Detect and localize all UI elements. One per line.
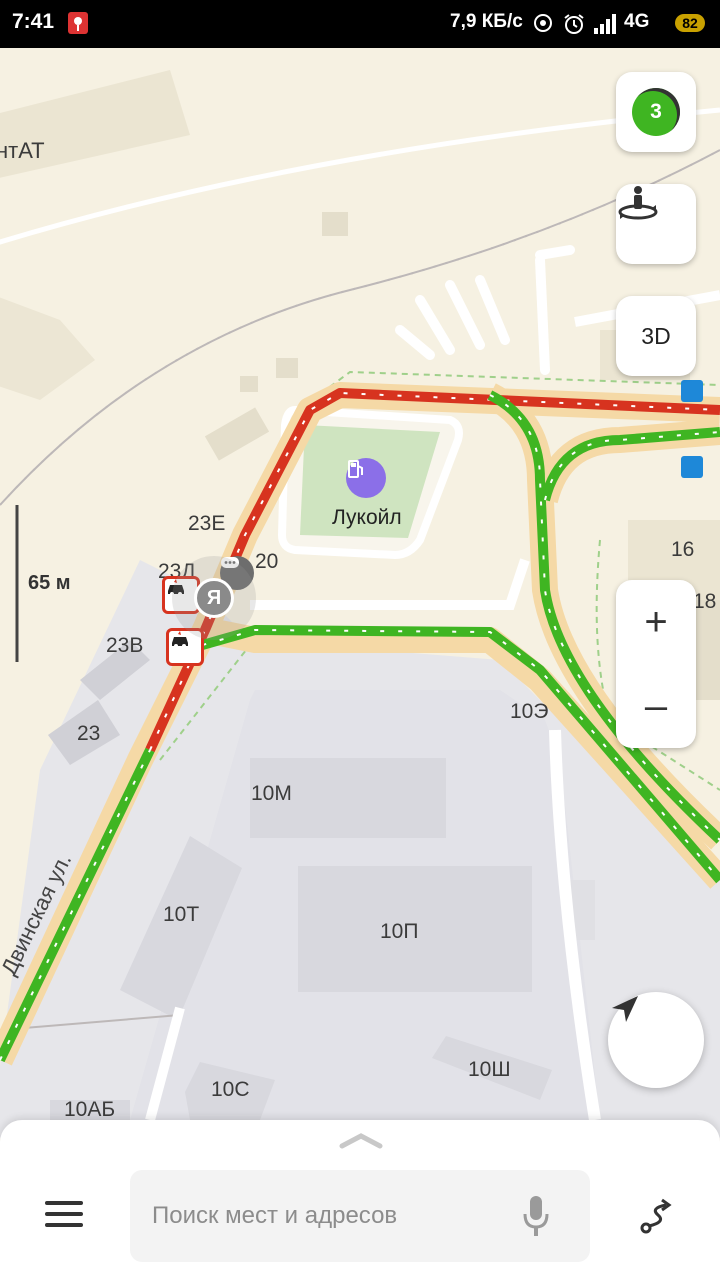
user-location-marker[interactable]: Я [194,578,234,618]
bottom-panel: Поиск мест и адресов [0,1120,720,1280]
map-canvas [0,70,720,1138]
status-network-type: 4G [624,11,650,32]
building-label: 10АБ [64,1098,116,1121]
route-icon [636,1196,676,1241]
search-placeholder: Поиск мест и адресов [152,1202,398,1229]
chevron-up-icon [338,1133,384,1154]
building-label: 23Е [188,512,226,535]
status-bar: 7:41 7,9 КБ/с 4G 82 [0,0,720,48]
gas-station-marker[interactable] [346,458,386,498]
route-button[interactable] [628,1190,684,1246]
zoom-out-button[interactable]: – [616,664,696,748]
status-time: 7:41 [12,10,55,33]
panel-handle[interactable] [338,1130,384,1155]
user-marker-label: Я [206,586,222,609]
alarm-icon [562,12,586,41]
my-location-button[interactable] [608,992,704,1088]
menu-button[interactable] [36,1188,92,1244]
building-label: 10П [380,920,419,943]
sync-icon [532,12,554,39]
hamburger-menu-icon [45,1200,83,1233]
3d-toggle-button[interactable]: 3D [616,296,696,376]
building-label: 23 [77,722,101,745]
scale-label: 65 м [28,572,71,594]
poi-label[interactable]: Лукойл [332,506,402,530]
microphone-icon[interactable] [522,1196,550,1243]
traffic-button[interactable]: 3 [616,72,696,152]
building-label: 10Ш [468,1058,511,1081]
building-label: 10Т [163,903,200,926]
signal-icon [594,12,620,39]
battery-icon: 82 [675,14,705,32]
zoom-control: + – [616,580,696,748]
building-label: 10Э [510,700,549,723]
zoom-in-button[interactable]: + [616,580,696,664]
panorama-button[interactable] [616,184,696,264]
building-label: 10М [251,782,292,805]
status-net-speed: 7,9 КБ/с [450,11,523,32]
area-label: нтАТ [0,138,45,163]
traffic-score-badge: 3 [632,88,680,136]
search-input[interactable]: Поиск мест и адресов [130,1170,590,1262]
building-label: 18 [693,590,717,613]
maps-app-icon [68,12,88,39]
building-label: 23В [106,634,144,657]
building-label: 10С [211,1078,250,1101]
building-label: 16 [671,538,695,561]
map-view[interactable]: нтАТ 23Е 23Д 23В 23 20 16 18 17 10Э 10М … [0,48,720,1138]
traffic-score: 3 [650,100,662,123]
3d-label: 3D [641,322,671,349]
building-label: 20 [255,550,279,573]
